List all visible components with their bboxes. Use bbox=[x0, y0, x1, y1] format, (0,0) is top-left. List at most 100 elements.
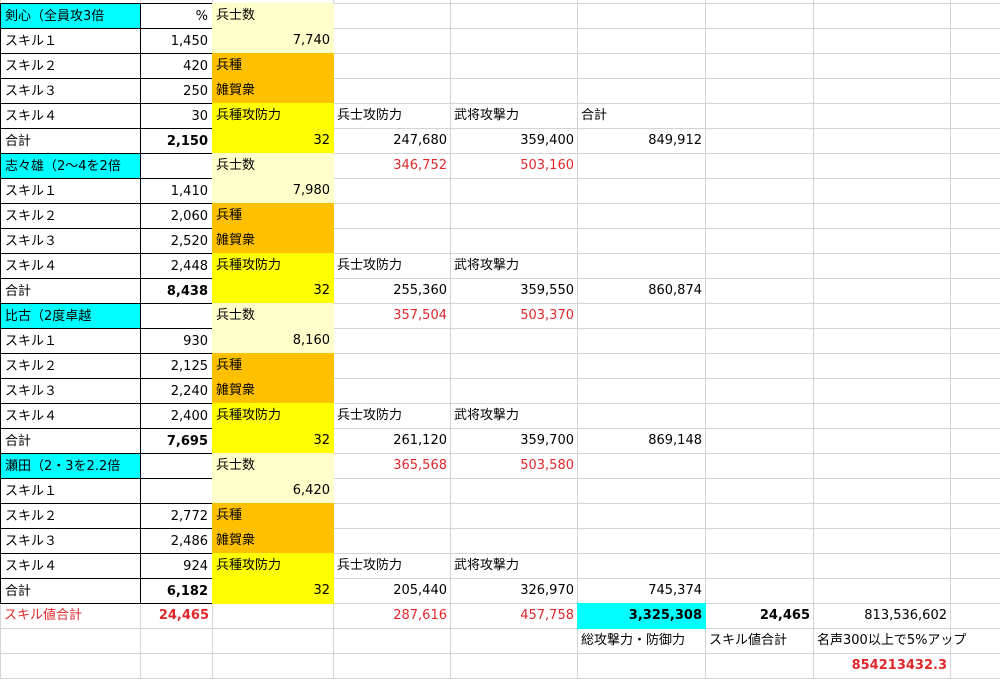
general-power-header-cell[interactable]: 武将攻撃力 bbox=[450, 253, 578, 279]
general-power-boosted-cell[interactable]: 457,758 bbox=[450, 603, 578, 629]
skill-label-cell[interactable]: スキル２ bbox=[0, 203, 141, 229]
soldier-power-boosted-cell[interactable]: 357,504 bbox=[333, 303, 451, 329]
attack-value-cell[interactable]: 32 bbox=[212, 578, 334, 604]
soldier-power-cell[interactable]: 205,440 bbox=[333, 578, 451, 604]
general-power-boosted-cell[interactable]: 503,160 bbox=[450, 153, 578, 179]
skill-value-cell[interactable]: 420 bbox=[140, 53, 213, 79]
general-power-boosted-cell[interactable]: 503,370 bbox=[450, 303, 578, 329]
final-value-cell[interactable]: 854213432.3 bbox=[813, 653, 951, 679]
attack-label-cell[interactable]: 兵種攻防力 bbox=[212, 103, 334, 129]
type-label-cell[interactable]: 兵種 bbox=[212, 203, 334, 229]
skill-value-cell[interactable]: 30 bbox=[140, 103, 213, 129]
total-value-cell[interactable]: 8,438 bbox=[140, 278, 213, 304]
troops-label-cell[interactable]: 兵士数 bbox=[212, 303, 334, 329]
skill-value-cell[interactable]: 1,450 bbox=[140, 28, 213, 54]
skill-value-cell[interactable] bbox=[140, 478, 213, 504]
skill-total-label-cell[interactable]: スキル値合計 bbox=[0, 603, 141, 629]
skill-label-cell[interactable]: スキル４ bbox=[0, 253, 141, 279]
soldier-power-header-cell[interactable]: 兵士攻防力 bbox=[333, 253, 451, 279]
attack-value-cell[interactable]: 32 bbox=[212, 128, 334, 154]
unit-title-cell[interactable]: 剣心（全員攻3倍 bbox=[0, 3, 141, 29]
skill-label-cell[interactable]: スキル１ bbox=[0, 478, 141, 504]
total-label-cell[interactable]: 合計 bbox=[0, 278, 141, 304]
skill-value-cell[interactable]: 2,448 bbox=[140, 253, 213, 279]
soldier-power-cell[interactable]: 247,680 bbox=[333, 128, 451, 154]
skill-value-cell[interactable]: 930 bbox=[140, 328, 213, 354]
sum-header-cell[interactable]: 合計 bbox=[577, 103, 706, 129]
soldier-power-boosted-cell[interactable]: 287,616 bbox=[333, 603, 451, 629]
skill-value-cell[interactable]: 2,486 bbox=[140, 528, 213, 554]
grand-total-cell[interactable]: 3,325,308 bbox=[577, 603, 706, 629]
skill-label-cell[interactable]: スキル１ bbox=[0, 178, 141, 204]
skill-label-cell[interactable]: スキル３ bbox=[0, 378, 141, 404]
type-value-cell[interactable]: 雑賀衆 bbox=[212, 78, 334, 104]
total-label-cell[interactable]: 合計 bbox=[0, 578, 141, 604]
type-label-cell[interactable]: 兵種 bbox=[212, 353, 334, 379]
type-value-cell[interactable]: 雑賀衆 bbox=[212, 528, 334, 554]
skill-value-cell[interactable]: 250 bbox=[140, 78, 213, 104]
attack-label-cell[interactable]: 兵種攻防力 bbox=[212, 253, 334, 279]
skill-value-cell[interactable]: 1,410 bbox=[140, 178, 213, 204]
total-label-cell[interactable]: 合計 bbox=[0, 128, 141, 154]
soldier-power-header-cell[interactable]: 兵士攻防力 bbox=[333, 403, 451, 429]
sum-cell[interactable]: 745,374 bbox=[577, 578, 706, 604]
troops-label-cell[interactable]: 兵士数 bbox=[212, 3, 334, 29]
skill-label-cell[interactable]: スキル３ bbox=[0, 528, 141, 554]
percent-label-cell[interactable] bbox=[140, 153, 213, 179]
attack-label-cell[interactable]: 兵種攻防力 bbox=[212, 553, 334, 579]
general-power-boosted-cell[interactable]: 503,580 bbox=[450, 453, 578, 479]
skill-total-label-2-cell[interactable]: スキル値合計 bbox=[705, 628, 814, 654]
total-label-cell[interactable]: 合計 bbox=[0, 428, 141, 454]
skill-label-cell[interactable]: スキル１ bbox=[0, 28, 141, 54]
total-value-cell[interactable]: 7,695 bbox=[140, 428, 213, 454]
spreadsheet-grid[interactable]: 剣心（全員攻3倍% スキル１ 1,450 スキル２ 420 スキル３ 250 スキル４ 30 合計… bbox=[0, 0, 1000, 679]
unit-title-cell[interactable]: 瀬田（2・3を2.2倍 bbox=[0, 453, 141, 479]
sum-header-cell[interactable] bbox=[577, 553, 706, 579]
soldier-power-header-cell[interactable]: 兵士攻防力 bbox=[333, 553, 451, 579]
skill-label-cell[interactable]: スキル２ bbox=[0, 53, 141, 79]
general-power-cell[interactable]: 359,550 bbox=[450, 278, 578, 304]
unit-title-cell[interactable]: 志々雄（2〜4を2倍 bbox=[0, 153, 141, 179]
total-value-cell[interactable]: 2,150 bbox=[140, 128, 213, 154]
percent-label-cell[interactable] bbox=[140, 303, 213, 329]
general-power-header-cell[interactable]: 武将攻撃力 bbox=[450, 103, 578, 129]
sum-header-cell[interactable] bbox=[577, 253, 706, 279]
skill-value-cell[interactable]: 2,520 bbox=[140, 228, 213, 254]
sum-cell[interactable]: 849,912 bbox=[577, 128, 706, 154]
skill-value-cell[interactable]: 2,772 bbox=[140, 503, 213, 529]
sum-header-cell[interactable] bbox=[577, 403, 706, 429]
fame-value-cell[interactable]: 813,536,602 bbox=[813, 603, 951, 629]
type-label-cell[interactable]: 兵種 bbox=[212, 53, 334, 79]
skill-value-cell[interactable]: 2,240 bbox=[140, 378, 213, 404]
skill-label-cell[interactable]: スキル２ bbox=[0, 353, 141, 379]
percent-label-cell[interactable] bbox=[140, 453, 213, 479]
skill-label-cell[interactable]: スキル３ bbox=[0, 228, 141, 254]
skill-label-cell[interactable]: スキル４ bbox=[0, 553, 141, 579]
skill-total-cell[interactable]: 24,465 bbox=[140, 603, 213, 629]
skill-value-cell[interactable]: 2,125 bbox=[140, 353, 213, 379]
skill-label-cell[interactable]: スキル３ bbox=[0, 78, 141, 104]
fame-label-cell[interactable]: 名声300以上で5%アップ bbox=[813, 628, 1000, 654]
skill-value-cell[interactable]: 2,400 bbox=[140, 403, 213, 429]
type-value-cell[interactable]: 雑賀衆 bbox=[212, 378, 334, 404]
general-power-cell[interactable]: 359,400 bbox=[450, 128, 578, 154]
general-power-cell[interactable]: 326,970 bbox=[450, 578, 578, 604]
sum-cell[interactable]: 869,148 bbox=[577, 428, 706, 454]
skill-value-cell[interactable]: 924 bbox=[140, 553, 213, 579]
soldier-power-cell[interactable]: 255,360 bbox=[333, 278, 451, 304]
troops-value-cell[interactable]: 6,420 bbox=[212, 478, 334, 504]
troops-value-cell[interactable]: 8,160 bbox=[212, 328, 334, 354]
type-value-cell[interactable]: 雑賀衆 bbox=[212, 228, 334, 254]
soldier-power-boosted-cell[interactable]: 346,752 bbox=[333, 153, 451, 179]
skill-total-repeat-cell[interactable]: 24,465 bbox=[705, 603, 814, 629]
troops-value-cell[interactable]: 7,740 bbox=[212, 28, 334, 54]
skill-label-cell[interactable]: スキル１ bbox=[0, 328, 141, 354]
percent-label-cell[interactable]: % bbox=[140, 3, 213, 29]
grand-total-label-cell[interactable]: 総攻撃力・防御力 bbox=[577, 628, 706, 654]
skill-label-cell[interactable]: スキル４ bbox=[0, 103, 141, 129]
skill-label-cell[interactable]: スキル２ bbox=[0, 503, 141, 529]
troops-value-cell[interactable]: 7,980 bbox=[212, 178, 334, 204]
attack-value-cell[interactable]: 32 bbox=[212, 428, 334, 454]
attack-value-cell[interactable]: 32 bbox=[212, 278, 334, 304]
soldier-power-cell[interactable]: 261,120 bbox=[333, 428, 451, 454]
